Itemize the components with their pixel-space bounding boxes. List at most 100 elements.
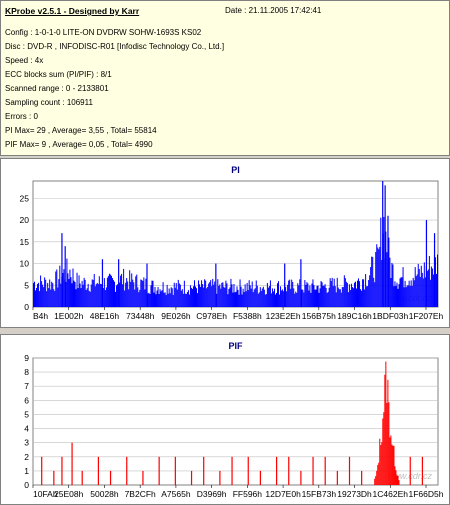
bar	[353, 282, 355, 307]
bar	[390, 435, 392, 485]
spike-bar	[382, 181, 384, 307]
bar	[191, 288, 193, 307]
bar	[310, 292, 312, 307]
bar	[262, 286, 264, 307]
bar	[252, 292, 254, 307]
bar	[43, 287, 45, 307]
bar	[427, 269, 429, 307]
bar	[417, 263, 419, 307]
info-ecc: ECC blocks sum (PI/PIF) : 8/1	[5, 70, 112, 79]
bar	[96, 282, 98, 307]
bar	[432, 274, 434, 307]
bar	[313, 285, 315, 307]
x-tick-label: 1F207Eh	[409, 311, 444, 321]
bar	[422, 278, 424, 307]
bar	[202, 284, 204, 307]
bar	[112, 280, 114, 307]
bar	[325, 287, 327, 307]
bar	[84, 279, 86, 307]
bar	[154, 287, 156, 307]
bar	[255, 280, 257, 307]
bar	[169, 293, 171, 307]
spike-bar	[312, 456, 314, 485]
bar	[158, 294, 160, 307]
bar	[98, 276, 100, 307]
bar	[81, 280, 83, 307]
bar	[352, 288, 354, 307]
bar	[276, 292, 278, 307]
bar	[377, 464, 379, 485]
bar	[200, 286, 202, 307]
bar	[47, 282, 49, 307]
spike-bar	[348, 456, 351, 485]
spike-bar	[219, 470, 221, 485]
bar	[343, 275, 345, 307]
bar	[393, 445, 395, 485]
bar	[144, 289, 146, 307]
bar	[420, 265, 422, 307]
bar	[197, 293, 199, 307]
bar	[374, 478, 376, 485]
y-tick-label: 15	[20, 237, 30, 247]
bar	[254, 288, 256, 307]
bar	[326, 292, 328, 307]
bar	[219, 284, 221, 307]
bar	[395, 285, 397, 307]
bar	[131, 273, 133, 307]
spike-bar	[215, 263, 217, 307]
bar	[53, 289, 55, 307]
x-tick-label: F5388h	[233, 311, 262, 321]
x-tick-label: A7565h	[161, 489, 191, 499]
bar	[323, 285, 325, 307]
bar	[87, 283, 89, 307]
bar	[36, 287, 38, 307]
bar	[280, 286, 282, 307]
bar	[186, 292, 188, 307]
bar	[60, 283, 62, 307]
y-tick-label: 3	[24, 438, 29, 448]
bar	[260, 290, 262, 307]
bar	[372, 257, 374, 307]
bar	[386, 252, 388, 307]
bar	[123, 268, 125, 307]
bar	[48, 288, 50, 307]
spike-bar	[425, 220, 428, 307]
bar	[150, 285, 152, 307]
spike-bar	[276, 456, 278, 485]
bar	[299, 279, 301, 307]
bar	[269, 280, 271, 307]
bar	[46, 291, 48, 307]
info-panel: KProbe v2.5.1 - Designed by Karr Date : …	[0, 0, 450, 156]
bar	[267, 287, 269, 307]
bar	[361, 290, 363, 307]
bar	[105, 287, 107, 307]
bar	[340, 292, 342, 307]
bar	[390, 278, 392, 307]
bar	[33, 283, 35, 307]
bar	[162, 282, 164, 307]
bar	[89, 291, 91, 307]
bar	[198, 280, 200, 307]
bar	[378, 249, 380, 307]
bar	[152, 280, 154, 307]
bar	[183, 280, 185, 307]
bar	[273, 288, 275, 307]
bar	[177, 279, 179, 307]
bar	[218, 286, 220, 307]
bar	[379, 246, 381, 307]
bar	[73, 280, 75, 307]
bar	[133, 282, 135, 307]
bar	[106, 277, 108, 307]
bar	[213, 284, 215, 307]
bar	[222, 282, 224, 307]
bar	[171, 288, 173, 307]
bar	[140, 279, 142, 307]
spike-bar	[109, 470, 112, 485]
pif-chart: PIF0123456789www.cdr.cz10FAh25E08h 50028h…	[24, 341, 443, 499]
spike-bar	[126, 456, 128, 485]
bar	[408, 280, 410, 307]
bar	[379, 438, 381, 485]
bar	[337, 287, 339, 307]
spike-bar	[300, 470, 302, 485]
spike-bar	[101, 259, 104, 307]
